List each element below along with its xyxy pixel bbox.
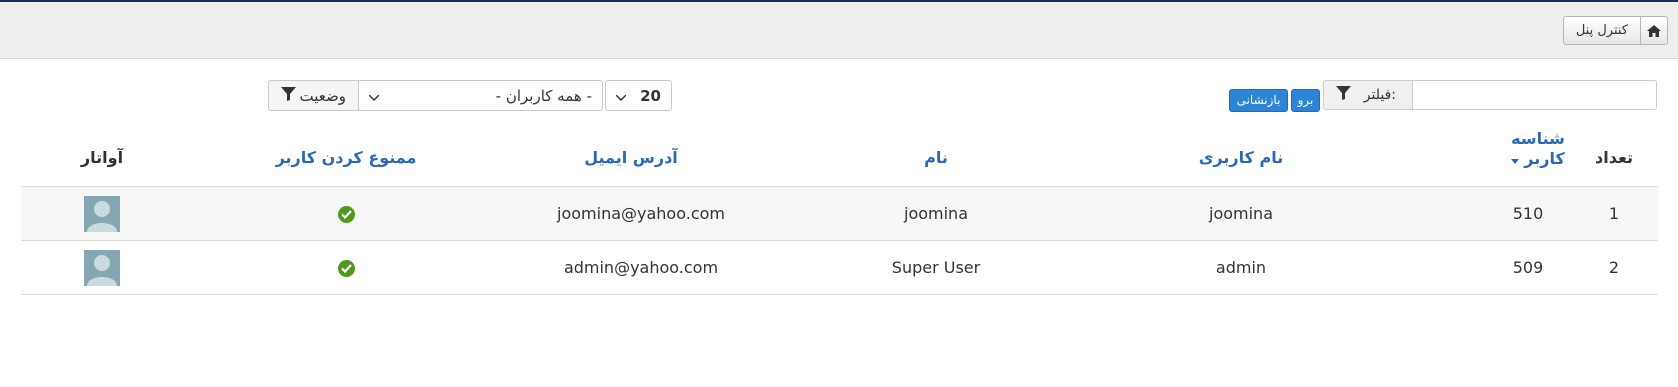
chevron-down-icon <box>615 87 627 105</box>
header-name[interactable]: نام <box>876 148 996 167</box>
filter-icon <box>1336 86 1351 104</box>
cell-username[interactable]: admin <box>1171 241 1311 295</box>
list-limit-value: 20 <box>640 86 661 105</box>
check-icon[interactable] <box>338 260 355 277</box>
home-icon[interactable] <box>1640 16 1668 45</box>
users-filter-value: - همه کاربران - <box>495 86 592 105</box>
filter-label-box: فیلتر: <box>1323 80 1413 110</box>
cell-name[interactable]: joomina <box>851 187 1021 241</box>
chevron-down-icon <box>368 87 380 105</box>
users-table: تعداد شناسه کاربر نام کاربری نام آدرس ای… <box>21 128 1658 295</box>
subhead-toolbar: کنترل پنل <box>0 2 1678 59</box>
reset-button[interactable]: بازنشانی <box>1229 89 1288 112</box>
header-email[interactable]: آدرس ایمیل <box>561 148 701 167</box>
search-input[interactable] <box>1411 80 1657 110</box>
cell-name[interactable]: Super User <box>851 241 1021 295</box>
sort-descending-icon <box>1511 149 1520 169</box>
filter-label: فیلتر: <box>1363 87 1396 103</box>
table-header: تعداد شناسه کاربر نام کاربری نام آدرس ای… <box>21 128 1658 187</box>
header-avatar: آواتار <box>80 148 124 167</box>
users-filter-select[interactable]: - همه کاربران - <box>358 80 603 111</box>
go-button[interactable]: برو <box>1291 89 1320 112</box>
control-panel-button-group[interactable]: کنترل پنل <box>1562 16 1668 45</box>
header-username[interactable]: نام کاربری <box>1171 148 1311 167</box>
cell-count: 2 <box>1608 258 1620 277</box>
header-user-id[interactable]: شناسه کاربر <box>1503 129 1573 169</box>
header-count: تعداد <box>1595 148 1633 167</box>
cell-email: admin@yahoo.com <box>563 258 719 277</box>
list-limit-select[interactable]: 20 <box>605 80 672 111</box>
state-filter-label: وضعیت <box>299 86 346 105</box>
cell-count: 1 <box>1608 204 1620 223</box>
cell-email: joomina@yahoo.com <box>557 204 725 223</box>
header-user-id-line2: کاربر <box>1524 149 1565 168</box>
filter-icon <box>281 86 296 105</box>
cell-user-id: 509 <box>1512 258 1544 277</box>
avatar <box>84 250 120 286</box>
avatar <box>84 196 120 232</box>
header-user-id-line1: شناسه <box>1511 129 1565 148</box>
check-icon[interactable] <box>338 206 355 223</box>
header-blocked[interactable]: ممنوع کردن کاربر <box>261 148 431 167</box>
table-row: 1 510 joomina joomina joomina@yahoo.com <box>21 187 1658 241</box>
table-row: 2 509 admin Super User admin@yahoo.com <box>21 241 1658 295</box>
state-filter-button[interactable]: وضعیت <box>268 80 359 111</box>
cell-username[interactable]: joomina <box>1171 187 1311 241</box>
control-panel-button[interactable]: کنترل پنل <box>1562 16 1640 45</box>
cell-user-id: 510 <box>1512 204 1544 223</box>
